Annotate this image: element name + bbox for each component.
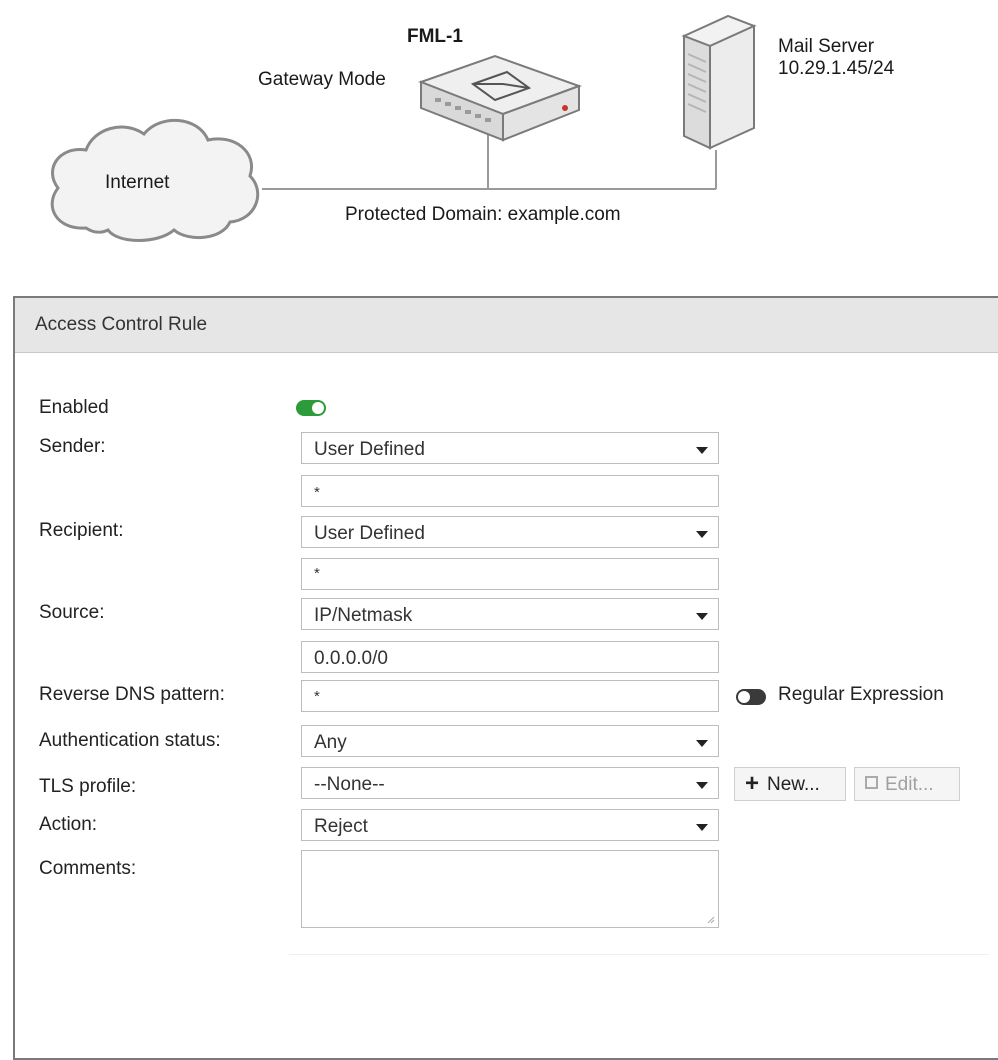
sender-type-select[interactable]: User Defined — [301, 432, 719, 464]
toggle-knob — [312, 402, 324, 414]
sender-type-value: User Defined — [314, 439, 425, 460]
plus-icon: + — [745, 770, 760, 797]
tls-profile-value: --None-- — [314, 774, 385, 795]
auth-status-label: Authentication status: — [39, 730, 221, 751]
new-button-label: New... — [767, 774, 820, 795]
device-name: FML-1 — [407, 26, 463, 47]
auth-status-select[interactable]: Any — [301, 725, 719, 757]
comments-textarea[interactable] — [301, 850, 719, 928]
chevron-down-icon — [696, 740, 708, 747]
mail-server-icon — [681, 14, 757, 150]
chevron-down-icon — [696, 782, 708, 789]
edit-icon — [865, 776, 878, 789]
recipient-type-value: User Defined — [314, 523, 425, 544]
reverse-dns-value: * — [314, 688, 320, 705]
regex-label: Regular Expression — [778, 684, 944, 705]
source-netmask-value: 0.0.0.0/0 — [314, 648, 388, 669]
edit-button-label: Edit... — [885, 774, 934, 795]
mail-appliance-icon — [418, 54, 582, 142]
chevron-down-icon — [696, 531, 708, 538]
source-type-value: IP/Netmask — [314, 605, 413, 626]
action-select[interactable]: Reject — [301, 809, 719, 841]
new-tls-profile-button[interactable]: + New... — [734, 767, 846, 801]
action-value: Reject — [314, 816, 368, 837]
reverse-dns-label: Reverse DNS pattern: — [39, 684, 225, 705]
chevron-down-icon — [696, 447, 708, 454]
chevron-down-icon — [696, 613, 708, 620]
sender-label: Sender: — [39, 436, 106, 457]
device-mode: Gateway Mode — [258, 69, 386, 90]
auth-status-value: Any — [314, 732, 347, 753]
panel-header: Access Control Rule — [15, 298, 998, 353]
access-control-rule-panel: Access Control Rule Enabled Sender: User… — [13, 296, 998, 1060]
sender-pattern-value: * — [314, 484, 320, 501]
enabled-label: Enabled — [39, 397, 109, 418]
tls-profile-select[interactable]: --None-- — [301, 767, 719, 799]
enabled-toggle[interactable] — [296, 400, 326, 416]
protected-domain-label: Protected Domain: example.com — [345, 204, 621, 225]
recipient-pattern-input[interactable]: * — [301, 558, 719, 590]
source-type-select[interactable]: IP/Netmask — [301, 598, 719, 630]
tls-profile-label: TLS profile: — [39, 776, 137, 797]
chevron-down-icon — [696, 824, 708, 831]
form-divider — [289, 954, 989, 955]
reverse-dns-input[interactable]: * — [301, 680, 719, 712]
resize-handle-icon[interactable] — [707, 916, 715, 924]
sender-pattern-input[interactable]: * — [301, 475, 719, 507]
recipient-label: Recipient: — [39, 520, 124, 541]
regex-toggle[interactable] — [736, 689, 766, 705]
action-label: Action: — [39, 814, 98, 835]
source-netmask-input[interactable]: 0.0.0.0/0 — [301, 641, 719, 673]
recipient-type-select[interactable]: User Defined — [301, 516, 719, 548]
panel-title: Access Control Rule — [35, 314, 208, 335]
source-label: Source: — [39, 602, 105, 623]
cloud-label: Internet — [105, 172, 170, 193]
comments-label: Comments: — [39, 858, 137, 879]
edit-tls-profile-button[interactable]: Edit... — [854, 767, 960, 801]
server-label-name: Mail Server — [778, 36, 875, 57]
network-diagram: Internet FML-1 Gateway Mode Mail Server … — [0, 0, 998, 270]
toggle-knob — [738, 691, 750, 703]
server-label-ip: 10.29.1.45/24 — [778, 58, 895, 79]
recipient-pattern-value: * — [314, 565, 320, 582]
